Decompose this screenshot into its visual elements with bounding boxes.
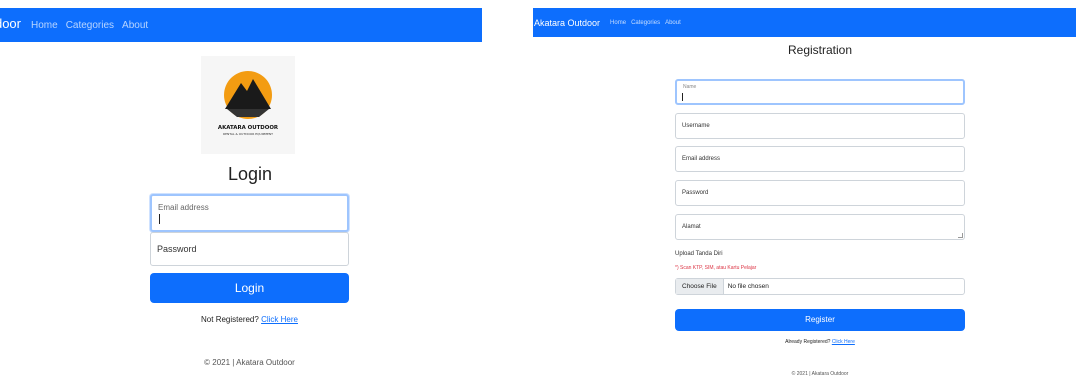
upload-label: Upload Tanda Diri bbox=[675, 251, 723, 257]
registration-panel: Akatara Outdoor Home Categories About Re… bbox=[533, 0, 1076, 378]
svg-text:RENTAL & OUTDOOR EQUIPMENT: RENTAL & OUTDOOR EQUIPMENT bbox=[223, 132, 273, 136]
address-label: Alamat bbox=[682, 224, 701, 230]
address-textarea[interactable]: Alamat bbox=[675, 214, 965, 240]
register-link[interactable]: Click Here bbox=[261, 315, 298, 324]
page: Akatara Outdoor Home Categories About AK… bbox=[0, 0, 1076, 378]
text-caret bbox=[682, 93, 683, 101]
navbar-brand[interactable]: Akatara Outdoor bbox=[534, 18, 600, 28]
page-title: Login bbox=[227, 164, 273, 184]
file-status: No file chosen bbox=[727, 283, 769, 290]
login-link[interactable]: Click Here bbox=[832, 339, 855, 345]
email-field[interactable]: Email address bbox=[150, 194, 349, 232]
password-field[interactable]: Password bbox=[675, 180, 965, 206]
login-panel: Akatara Outdoor Home Categories About AK… bbox=[0, 0, 500, 378]
upload-hint: *) Scan KTP, SIM, atau Kartu Pelajar bbox=[675, 265, 757, 271]
register-button[interactable]: Register bbox=[675, 309, 965, 331]
nav-link-home[interactable]: Home bbox=[610, 20, 626, 26]
file-input[interactable]: Choose File No file chosen bbox=[675, 278, 965, 295]
footer: © 2021 | Akatara Outdoor bbox=[204, 358, 295, 367]
username-field[interactable]: Username bbox=[675, 113, 965, 139]
login-prompt: Already Registered? Click Here bbox=[785, 339, 855, 345]
nav-links: Home Categories About bbox=[610, 20, 681, 26]
navbar: Akatara Outdoor Home Categories About bbox=[0, 8, 482, 42]
register-prompt: Not Registered? Click Here bbox=[201, 315, 298, 324]
email-label: Email address bbox=[158, 203, 209, 212]
footer: © 2021 | Akatara Outdoor bbox=[791, 371, 849, 377]
mountain-logo-icon: AKATARA OUTDOOR RENTAL & OUTDOOR EQUIPME… bbox=[218, 71, 279, 136]
password-label: Password bbox=[157, 244, 197, 254]
nav-link-about[interactable]: About bbox=[122, 20, 148, 31]
text-caret bbox=[159, 214, 160, 224]
nav-links: Home Categories About bbox=[31, 20, 148, 31]
login-button[interactable]: Login bbox=[150, 273, 349, 303]
name-label: Name bbox=[683, 84, 697, 90]
username-label: Username bbox=[682, 123, 710, 129]
resize-handle-icon[interactable] bbox=[958, 233, 963, 238]
password-label: Password bbox=[682, 190, 709, 196]
nav-link-about[interactable]: About bbox=[665, 20, 681, 26]
email-field[interactable]: Email address bbox=[675, 146, 965, 172]
navbar: Akatara Outdoor Home Categories About bbox=[533, 8, 1076, 37]
nav-link-categories[interactable]: Categories bbox=[66, 20, 114, 31]
nav-link-home[interactable]: Home bbox=[31, 20, 58, 31]
svg-text:AKATARA OUTDOOR: AKATARA OUTDOOR bbox=[218, 125, 279, 131]
logo: AKATARA OUTDOOR RENTAL & OUTDOOR EQUIPME… bbox=[201, 56, 295, 154]
choose-file-button[interactable]: Choose File bbox=[676, 279, 724, 294]
name-field[interactable]: Name bbox=[675, 79, 965, 105]
nav-link-categories[interactable]: Categories bbox=[631, 20, 660, 26]
navbar-brand[interactable]: Akatara Outdoor bbox=[0, 16, 21, 34]
page-title: Registration bbox=[787, 43, 853, 57]
email-label: Email address bbox=[682, 156, 721, 162]
password-field[interactable]: Password bbox=[150, 232, 349, 266]
